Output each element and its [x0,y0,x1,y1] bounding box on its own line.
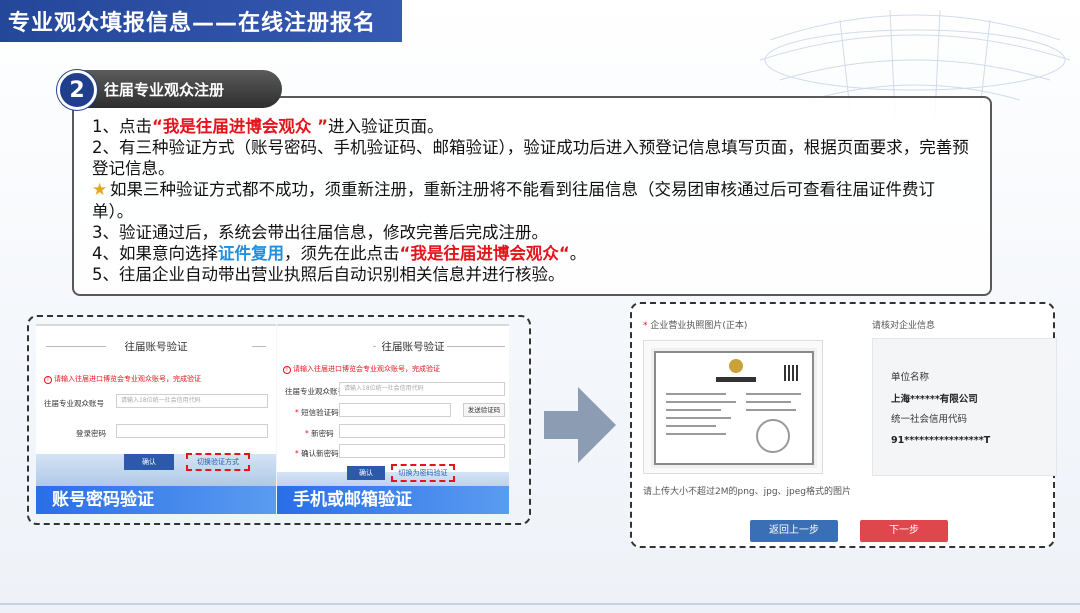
new-password-input[interactable] [339,424,505,438]
account-label: 往届专业观众账号 [285,387,345,396]
instructions-box: 1、点击“我是往届进博会观众 ”进入验证页面。 2、有三种验证方式（账号密码、手… [72,96,992,296]
upload-hint: 请上传大小不超过2M的png、jpg、jpeg格式的图片 [643,487,852,497]
account-password-screenshot: 往届账号验证 ! 请输入往届进口博览会专业观众账号，完成验证 往届专业观众账号 请… [36,324,276,514]
instruction-5: 5、往届企业自动带出营业执照后自动识别相关信息并进行核验。 [92,265,565,284]
check-info-label: 请核对企业信息 [872,321,936,331]
verify-title: 往届账号验证 [375,338,451,354]
alert-icon: ! [44,376,52,384]
verify-title: 往届账号验证 [118,338,194,354]
footer-divider [0,603,1080,605]
password-label: 登录密码 [76,429,106,438]
credit-code-label: 统一社会信用代码 [891,414,968,425]
unit-name-label: 单位名称 [891,372,930,383]
alert-icon: ! [283,366,291,374]
warning-text: ! 请输入往届进口博览会专业观众账号，完成验证 [44,374,201,384]
confirm-password-label: * 确认新密码 [295,449,339,458]
official-seal-icon [756,419,790,453]
account-label: 往届专业观众账号 [44,399,104,408]
company-info-box: 单位名称 上海******有限公司 统一社会信用代码 91***********… [872,338,1057,476]
new-password-label: * 新密码 [305,429,334,438]
license-verification-panel: * 企业营业执照图片(正本) 请核对企业信息 单位名称 上海******有限公司… [630,302,1057,548]
phone-email-caption: 手机或邮箱验证 [277,486,509,514]
license-image-label: * 企业营业执照图片(正本) [643,321,748,331]
phone-email-screenshot: 往届账号验证 ! 请输入往届进口博览会专业观众账号，完成验证 往届专业观众账号 请… [277,324,509,514]
switch-method-link[interactable]: 切换验证方式 [186,453,250,471]
switch-to-password-link[interactable]: 切换为密码验证 [391,464,455,482]
unit-name-value: 上海******有限公司 [891,394,978,405]
instruction-4: 4、如果意向选择证件复用，须先在此点击“我是往届进博会观众“。 [92,244,587,263]
arrow-right-icon [544,387,616,463]
account-input[interactable]: 请输入18位统一社会信用代码 [116,394,268,408]
qr-code-icon [784,365,800,381]
business-license-image [654,351,814,465]
page-title: 专业观众填报信息——在线注册报名 [0,0,402,42]
license-upload-area[interactable] [643,340,823,474]
sms-code-label: * 短信验证码 [295,408,339,417]
instruction-1: 1、点击“我是往届进博会观众 ”进入验证页面。 [92,117,444,136]
account-input[interactable]: 请输入18位统一社会信用代码 [339,382,505,396]
step-number-badge: 2 [57,70,97,110]
next-button[interactable]: 下一步 [860,520,948,542]
warning-text: ! 请输入往届进口博览会专业观众账号，完成验证 [283,364,440,374]
password-input[interactable] [116,424,268,438]
instruction-3: 3、验证通过后，系统会带出往届信息，修改完善后完成注册。 [92,223,548,242]
confirm-button[interactable]: 确认 [347,466,385,480]
prev-visitor-link-text: “我是往届进博会观众 ” [152,117,328,136]
confirm-button[interactable]: 确认 [124,454,174,470]
send-code-button[interactable]: 发送验证码 [463,403,505,417]
certificate-reuse-text: 证件复用 [218,244,284,263]
verification-methods-panel: 往届账号验证 ! 请输入往届进口博览会专业观众账号，完成验证 往届专业观众账号 请… [27,315,531,525]
star-icon: ★ [92,180,108,200]
back-button[interactable]: 返回上一步 [750,520,838,542]
account-password-caption: 账号密码验证 [36,486,276,514]
prev-visitor-link-text-2: “我是往届进博会观众“ [399,244,570,263]
instruction-2: 2、有三种验证方式（账号密码、手机验证码、邮箱验证），验证成功后进入预登记信息填… [92,138,969,178]
credit-code-value: 91****************T [891,435,991,446]
sms-code-input[interactable] [339,403,451,417]
emblem-icon [729,359,743,373]
instruction-note: ★ 如果三种验证方式都不成功，须重新注册，重新注册将不能看到往届信息（交易团审核通… [92,180,935,221]
confirm-password-input[interactable] [339,444,505,458]
